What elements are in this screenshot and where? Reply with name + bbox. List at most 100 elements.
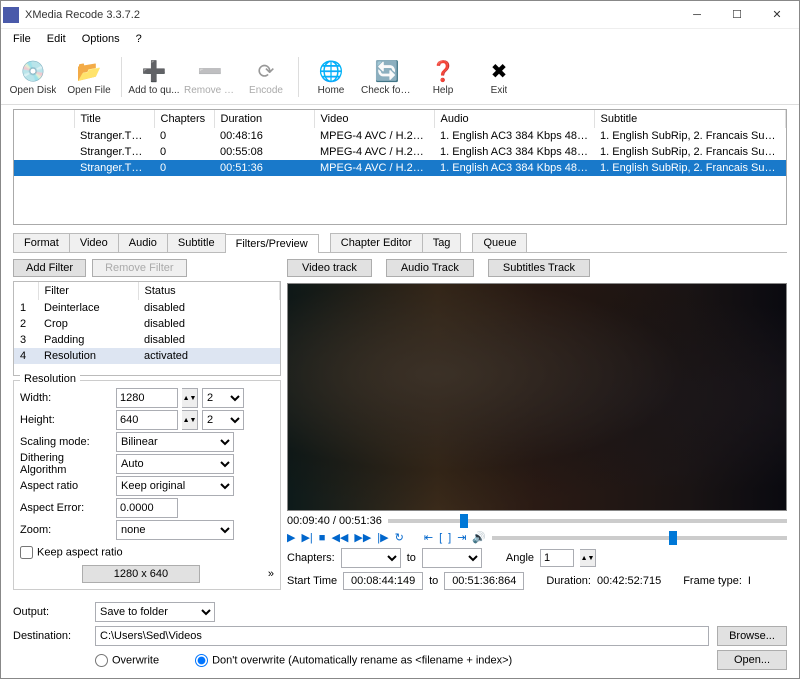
dither-select[interactable]: Auto	[116, 454, 234, 474]
home-button[interactable]: 🌐Home	[303, 55, 359, 98]
filter-row[interactable]: 4Resolutionactivated	[14, 348, 280, 364]
filter-col-status: Status	[138, 282, 280, 300]
open-disk-button[interactable]: 💿Open Disk	[5, 55, 61, 98]
keep-aspect-checkbox[interactable]	[20, 546, 33, 559]
end-time-input[interactable]	[444, 572, 524, 590]
duration-label: Duration:	[546, 575, 591, 587]
help-button[interactable]: ❓Help	[415, 55, 471, 98]
exit-button[interactable]: ✖Exit	[471, 55, 527, 98]
tab-chapter-editor[interactable]: Chapter Editor	[330, 233, 423, 252]
mark-out-icon[interactable]: ⇥	[457, 531, 466, 544]
rewind-icon[interactable]: ◀◀	[331, 531, 348, 544]
remove-job-icon: ➖	[196, 57, 224, 85]
open-disk-icon: 💿	[19, 57, 47, 85]
size-next-icon[interactable]: »	[268, 568, 274, 580]
scaling-select[interactable]: Bilinear	[116, 432, 234, 452]
col-duration[interactable]: Duration	[214, 110, 314, 128]
titlebar: XMedia Recode 3.3.7.2 ─ ☐ ✕	[1, 1, 799, 29]
next-icon[interactable]: ▶|	[301, 531, 312, 544]
mark-start-icon[interactable]: [	[439, 532, 442, 544]
menu-edit[interactable]: Edit	[39, 31, 74, 47]
keep-aspect-label[interactable]: Keep aspect ratio	[20, 546, 123, 559]
filter-row[interactable]: 3Paddingdisabled	[14, 332, 280, 348]
menu-options[interactable]: Options	[74, 31, 128, 47]
height-spin[interactable]: ▲▼	[182, 410, 198, 430]
filter-col-idx	[14, 282, 38, 300]
dont-overwrite-radio[interactable]	[195, 654, 208, 667]
playback-controls: ▶ ▶| ■ ◀◀ ▶▶ |▶ ↻ ⇤ [ ] ⇥ 🔊	[287, 531, 787, 544]
volume-slider[interactable]	[492, 536, 787, 540]
subtitles-track-button[interactable]: Subtitles Track	[488, 259, 590, 277]
close-button[interactable]: ✕	[757, 1, 797, 29]
table-row[interactable]: Stranger.Things...000:51:36MPEG-4 AVC / …	[14, 160, 786, 176]
step-icon[interactable]: |▶	[377, 531, 388, 544]
overwrite-radio[interactable]	[95, 654, 108, 667]
width-div[interactable]: 2	[202, 388, 244, 408]
minimize-button[interactable]: ─	[677, 1, 717, 29]
open-button[interactable]: Open...	[717, 650, 787, 670]
add-queue-icon: ➕	[140, 57, 168, 85]
tab-filters-preview[interactable]: Filters/Preview	[225, 234, 319, 253]
filter-row[interactable]: 2Cropdisabled	[14, 316, 280, 332]
play-icon[interactable]: ▶	[287, 531, 295, 544]
audio-track-button[interactable]: Audio Track	[386, 259, 474, 277]
tab-format[interactable]: Format	[13, 233, 70, 252]
preview-video[interactable]	[287, 283, 787, 511]
chapter-from[interactable]	[341, 548, 401, 568]
stop-icon[interactable]: ■	[319, 532, 326, 544]
fastfwd-icon[interactable]: ▶▶	[354, 531, 371, 544]
destination-input[interactable]	[95, 626, 709, 646]
tab-audio[interactable]: Audio	[118, 233, 168, 252]
col-video[interactable]: Video	[314, 110, 434, 128]
table-row[interactable]: Stranger.Things...000:55:08MPEG-4 AVC / …	[14, 144, 786, 160]
loop-icon[interactable]: ↻	[395, 531, 404, 544]
overwrite-radio-label[interactable]: Overwrite	[95, 654, 159, 667]
seek-slider[interactable]	[388, 519, 787, 523]
mark-in-icon[interactable]: ⇤	[424, 531, 433, 544]
window-title: XMedia Recode 3.3.7.2	[25, 9, 677, 21]
col-chapters[interactable]: Chapters	[154, 110, 214, 128]
browse-button[interactable]: Browse...	[717, 626, 787, 646]
zoom-select[interactable]: none	[116, 520, 234, 540]
volume-icon[interactable]: 🔊	[472, 531, 486, 544]
dont-overwrite-radio-label[interactable]: Don't overwrite (Automatically rename as…	[195, 654, 512, 667]
add-filter-button[interactable]: Add Filter	[13, 259, 86, 277]
scaling-label: Scaling mode:	[20, 436, 112, 448]
file-list[interactable]: TitleChaptersDurationVideoAudioSubtitle …	[13, 109, 787, 225]
chapter-to[interactable]	[422, 548, 482, 568]
height-input[interactable]	[116, 410, 178, 430]
add-queue-button[interactable]: ➕Add to qu...	[126, 55, 182, 98]
col-subtitle[interactable]: Subtitle	[594, 110, 786, 128]
col-title[interactable]: Title	[74, 110, 154, 128]
filter-row[interactable]: 1Deinterlacedisabled	[14, 300, 280, 316]
mark-end-icon[interactable]: ]	[448, 532, 451, 544]
menu-file[interactable]: File	[5, 31, 39, 47]
toolbar: 💿Open Disk📂Open File➕Add to qu...➖Remove…	[1, 49, 799, 105]
tab-subtitle[interactable]: Subtitle	[167, 233, 226, 252]
encode-icon: ⟳	[252, 57, 280, 85]
col-audio[interactable]: Audio	[434, 110, 594, 128]
output-select[interactable]: Save to folder	[95, 602, 215, 622]
aspect-error-input[interactable]	[116, 498, 178, 518]
angle-spin[interactable]: ▲▼	[580, 549, 596, 567]
width-input[interactable]	[116, 388, 178, 408]
angle-input[interactable]	[540, 549, 574, 567]
menu-help[interactable]: ?	[128, 31, 150, 47]
start-time-input[interactable]	[343, 572, 423, 590]
maximize-button[interactable]: ☐	[717, 1, 757, 29]
filter-list[interactable]: Filter Status 1Deinterlacedisabled2Cropd…	[13, 281, 281, 376]
height-div[interactable]: 2	[202, 410, 244, 430]
table-row[interactable]: Stranger.Things...000:48:16MPEG-4 AVC / …	[14, 128, 786, 144]
open-file-button[interactable]: 📂Open File	[61, 55, 117, 98]
width-spin[interactable]: ▲▼	[182, 388, 198, 408]
tab-video[interactable]: Video	[69, 233, 119, 252]
aspect-select[interactable]: Keep original	[116, 476, 234, 496]
resolution-caption: Resolution	[20, 373, 80, 385]
size-button[interactable]: 1280 x 640	[82, 565, 200, 583]
tab-queue[interactable]: Queue	[472, 233, 527, 252]
start-time-label: Start Time	[287, 575, 337, 587]
video-track-button[interactable]: Video track	[287, 259, 372, 277]
check-update-button[interactable]: 🔄Check for ...	[359, 55, 415, 98]
tab-tag[interactable]: Tag	[422, 233, 462, 252]
home-icon: 🌐	[317, 57, 345, 85]
